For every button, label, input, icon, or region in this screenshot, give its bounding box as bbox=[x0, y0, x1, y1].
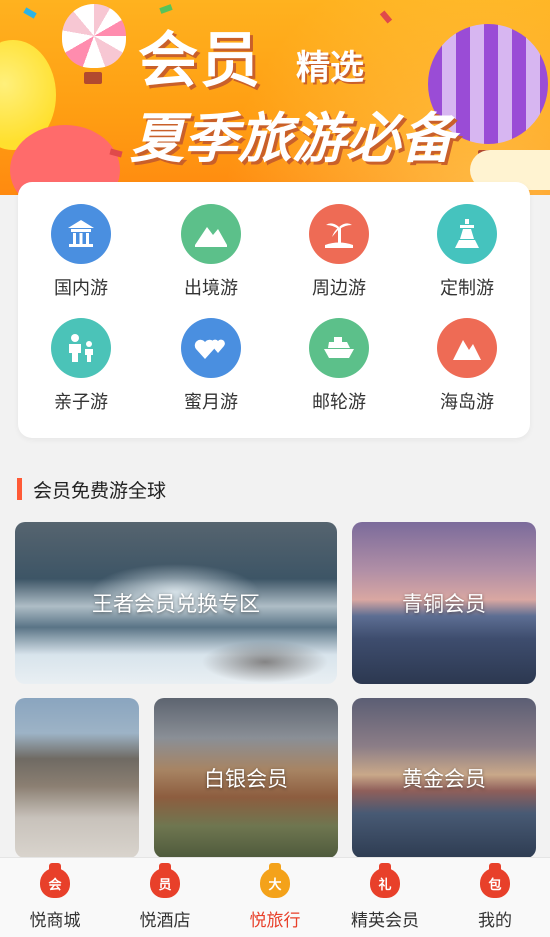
nav-label: 我的 bbox=[478, 911, 512, 931]
tile-label: 王者会员兑换专区 bbox=[92, 592, 260, 616]
money-bag-icon: 礼 bbox=[370, 863, 400, 898]
section-accent-bar bbox=[17, 478, 22, 500]
money-bag-icon: 员 bbox=[150, 863, 180, 898]
tower-icon bbox=[437, 204, 497, 264]
nav-hotel[interactable]: 员 悦酒店 bbox=[110, 858, 220, 937]
category-label: 蜜月游 bbox=[184, 392, 238, 413]
category-family[interactable]: 亲子游 bbox=[26, 318, 136, 428]
ship-icon bbox=[309, 318, 369, 378]
tile-silver-member[interactable]: 白银会员 bbox=[154, 698, 338, 858]
hot-air-balloon-icon bbox=[62, 4, 126, 68]
nav-travel[interactable]: 大 悦旅行 bbox=[220, 858, 330, 937]
mountain-icon bbox=[181, 204, 241, 264]
banner-title-small: 精选 bbox=[296, 48, 364, 88]
tile-label: 白银会员 bbox=[204, 767, 288, 791]
category-grid: 国内游 出境游 周边游 定制游 亲子游 蜜月游 邮轮游 海岛游 bbox=[18, 182, 530, 438]
cityscape-image bbox=[15, 698, 139, 858]
nav-label: 悦商城 bbox=[29, 911, 81, 931]
nav-label: 精英会员 bbox=[351, 911, 419, 931]
tile-bronze-member[interactable]: 青铜会员 bbox=[352, 522, 536, 684]
category-nearby[interactable]: 周边游 bbox=[284, 204, 394, 314]
nav-label: 悦旅行 bbox=[249, 911, 301, 931]
category-label: 定制游 bbox=[440, 278, 494, 299]
palm-tree-icon bbox=[309, 204, 369, 264]
nav-mine[interactable]: 包 我的 bbox=[440, 858, 550, 937]
temple-icon bbox=[51, 204, 111, 264]
nav-elite-member[interactable]: 礼 精英会员 bbox=[330, 858, 440, 937]
money-bag-icon: 包 bbox=[480, 863, 510, 898]
banner-title-second: 夏季旅游必备 bbox=[130, 107, 454, 170]
category-custom[interactable]: 定制游 bbox=[412, 204, 522, 314]
promo-banner[interactable]: 会员 精选 夏季旅游必备 bbox=[0, 0, 550, 195]
category-label: 出境游 bbox=[184, 278, 238, 299]
banner-title-main: 会员 bbox=[138, 26, 262, 96]
category-island[interactable]: 海岛游 bbox=[412, 318, 522, 428]
category-outbound[interactable]: 出境游 bbox=[156, 204, 266, 314]
bottom-nav: 会 悦商城 员 悦酒店 大 悦旅行 礼 精英会员 包 我的 bbox=[0, 857, 550, 937]
category-label: 国内游 bbox=[54, 278, 108, 299]
tile-label: 黄金会员 bbox=[402, 767, 486, 791]
category-domestic[interactable]: 国内游 bbox=[26, 204, 136, 314]
nav-label: 悦酒店 bbox=[139, 911, 191, 931]
money-bag-icon: 大 bbox=[260, 863, 290, 898]
section-title: 会员免费游全球 bbox=[33, 480, 167, 502]
family-icon bbox=[51, 318, 111, 378]
tile-gold-member[interactable]: 黄金会员 bbox=[352, 698, 536, 858]
confetti-icon bbox=[23, 7, 37, 19]
category-label: 邮轮游 bbox=[312, 392, 366, 413]
island-icon bbox=[437, 318, 497, 378]
category-label: 亲子游 bbox=[54, 392, 108, 413]
tile-king-member[interactable]: 王者会员兑换专区 bbox=[15, 522, 337, 684]
hearts-icon bbox=[181, 318, 241, 378]
nav-mall[interactable]: 会 悦商城 bbox=[0, 858, 110, 937]
tile-city-member[interactable] bbox=[15, 698, 139, 858]
tile-label: 青铜会员 bbox=[402, 592, 486, 616]
category-label: 周边游 bbox=[312, 278, 366, 299]
category-cruise[interactable]: 邮轮游 bbox=[284, 318, 394, 428]
money-bag-icon: 会 bbox=[40, 863, 70, 898]
category-honeymoon[interactable]: 蜜月游 bbox=[156, 318, 266, 428]
balloon-basket-icon bbox=[84, 72, 102, 84]
category-label: 海岛游 bbox=[440, 392, 494, 413]
